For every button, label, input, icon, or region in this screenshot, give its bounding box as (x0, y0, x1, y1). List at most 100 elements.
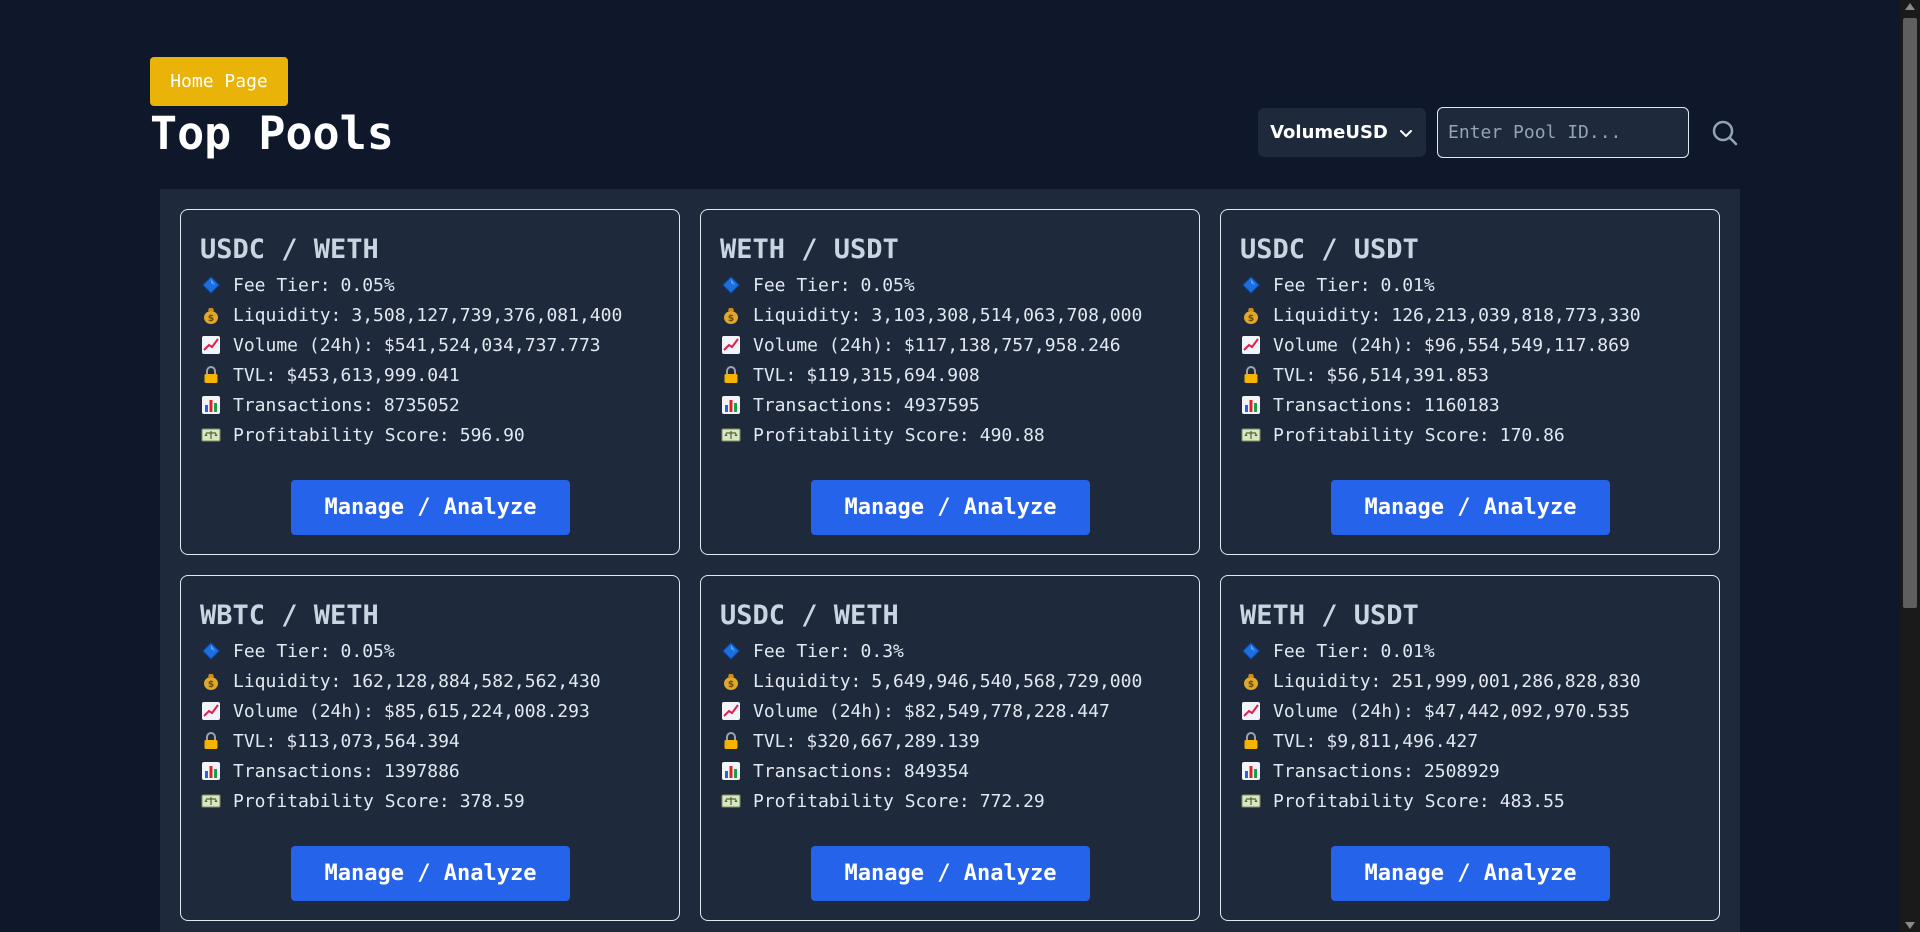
pool-card: USDC / USDT Fee Tier: 0.01% $ Liquidity: 126,… (1220, 209, 1720, 555)
stat-label: Volume (24h): (1273, 334, 1414, 356)
manage-analyze-button[interactable]: Manage / Analyze (811, 480, 1090, 535)
pool-stat-transactions: Transactions: 1160183 (1241, 390, 1641, 420)
search-icon[interactable] (1711, 119, 1739, 147)
stat-value: $47,442,092,970.535 (1423, 700, 1630, 722)
stat-label: Profitability Score: (1273, 790, 1490, 812)
chart-increasing-icon (1241, 701, 1261, 721)
stat-value: 3,508,127,739,376,081,400 (351, 304, 623, 326)
chevron-down-icon (1399, 129, 1412, 137)
stat-label: Transactions: (1273, 760, 1414, 782)
bar-chart-icon (201, 761, 221, 781)
stat-value: 490.88 (979, 424, 1045, 446)
svg-text:$: $ (208, 314, 214, 324)
bar-chart-icon (721, 395, 741, 415)
pools-grid: USDC / WETH Fee Tier: 0.05% $ Liquidity: 3,50… (160, 189, 1740, 932)
pool-stat-profitability: Profitability Score: 490.88 (721, 420, 1142, 450)
pool-pair-title: USDC / WETH (720, 600, 899, 631)
stat-value: 483.55 (1499, 790, 1565, 812)
bar-chart-icon (1241, 761, 1261, 781)
manage-analyze-button[interactable]: Manage / Analyze (811, 846, 1090, 901)
pool-stat-profitability: Profitability Score: 483.55 (1241, 786, 1641, 816)
pool-stat-tvl: TVL: $320,667,289.139 (721, 726, 1142, 756)
pool-card: WETH / USDT Fee Tier: 0.05% $ Liquidity: 3,10… (700, 209, 1200, 555)
pool-stats-list: Fee Tier: 0.3% $ Liquidity: 5,649,946,540,56… (721, 636, 1142, 816)
stat-value: $113,073,564.394 (286, 730, 460, 752)
stat-value: 772.29 (979, 790, 1045, 812)
lock-icon (721, 365, 741, 385)
bar-chart-icon (201, 395, 221, 415)
svg-text:$: $ (728, 314, 734, 324)
stat-label: Fee Tier: (233, 274, 331, 296)
pool-stat-volume: Volume (24h): $96,554,549,117.869 (1241, 330, 1641, 360)
stat-value: $56,514,391.853 (1326, 364, 1489, 386)
diamond-icon (201, 275, 221, 295)
pool-pair-title: WETH / USDT (1240, 600, 1419, 631)
home-page-button[interactable]: Home Page (150, 57, 288, 106)
scrollbar-thumb[interactable] (1903, 18, 1917, 608)
stat-label: Liquidity: (233, 670, 342, 692)
balance-scale-icon (201, 425, 221, 445)
pool-card: WBTC / WETH Fee Tier: 0.05% $ Liquidity: 162,… (180, 575, 680, 921)
stat-label: Transactions: (233, 760, 374, 782)
page: Home Page Top Pools VolumeUSD USDC / WET… (0, 0, 1920, 932)
pool-stat-liquidity: $ Liquidity: 126,213,039,818,773,330 (1241, 300, 1641, 330)
stat-value: 0.05% (340, 274, 395, 296)
scroll-down-arrow-icon[interactable] (1905, 922, 1915, 929)
pool-id-search-input[interactable] (1437, 107, 1689, 158)
stat-label: Liquidity: (753, 304, 862, 326)
stat-label: TVL: (753, 730, 797, 752)
pool-pair-title: USDC / WETH (200, 234, 379, 265)
pool-stat-fee-tier: Fee Tier: 0.01% (1241, 636, 1641, 666)
stat-value: $320,667,289.139 (806, 730, 980, 752)
chart-increasing-icon (201, 701, 221, 721)
money-bag-icon: $ (201, 305, 221, 325)
stat-label: Volume (24h): (753, 700, 894, 722)
stat-value: 251,999,001,286,828,830 (1391, 670, 1641, 692)
page-title: Top Pools (150, 107, 394, 160)
pool-card: USDC / WETH Fee Tier: 0.3% $ Liquidity: 5,649… (700, 575, 1200, 921)
money-bag-icon: $ (721, 305, 741, 325)
pool-stat-transactions: Transactions: 4937595 (721, 390, 1142, 420)
diamond-icon (201, 641, 221, 661)
manage-analyze-button[interactable]: Manage / Analyze (1331, 846, 1610, 901)
manage-analyze-button[interactable]: Manage / Analyze (291, 846, 570, 901)
lock-icon (201, 731, 221, 751)
vertical-scrollbar[interactable] (1900, 0, 1920, 932)
sort-select[interactable]: VolumeUSD (1258, 108, 1426, 157)
stat-label: Liquidity: (753, 670, 862, 692)
pool-stat-tvl: TVL: $119,315,694.908 (721, 360, 1142, 390)
stat-value: $453,613,999.041 (286, 364, 460, 386)
pool-stats-list: Fee Tier: 0.05% $ Liquidity: 3,103,308,514,0… (721, 270, 1142, 450)
money-bag-icon: $ (201, 671, 221, 691)
pool-card: USDC / WETH Fee Tier: 0.05% $ Liquidity: 3,50… (180, 209, 680, 555)
pool-stat-liquidity: $ Liquidity: 5,649,946,540,568,729,000 (721, 666, 1142, 696)
svg-text:$: $ (728, 680, 734, 690)
pool-stat-tvl: TVL: $453,613,999.041 (201, 360, 622, 390)
balance-scale-icon (721, 425, 741, 445)
pool-stat-tvl: TVL: $113,073,564.394 (201, 726, 601, 756)
stat-label: TVL: (1273, 730, 1317, 752)
stat-label: Fee Tier: (1273, 640, 1371, 662)
pool-stat-transactions: Transactions: 849354 (721, 756, 1142, 786)
pool-stat-volume: Volume (24h): $85,615,224,008.293 (201, 696, 601, 726)
stat-value: 596.90 (459, 424, 525, 446)
diamond-icon (721, 641, 741, 661)
lock-icon (1241, 365, 1261, 385)
pool-stats-list: Fee Tier: 0.05% $ Liquidity: 3,508,127,739,3… (201, 270, 622, 450)
balance-scale-icon (721, 791, 741, 811)
pool-stat-transactions: Transactions: 2508929 (1241, 756, 1641, 786)
pool-stat-volume: Volume (24h): $82,549,778,228.447 (721, 696, 1142, 726)
stat-value: 1160183 (1423, 394, 1500, 416)
diamond-icon (1241, 641, 1261, 661)
stat-value: $119,315,694.908 (806, 364, 980, 386)
manage-analyze-button[interactable]: Manage / Analyze (291, 480, 570, 535)
stat-value: 0.01% (1380, 640, 1435, 662)
stat-label: Transactions: (753, 760, 894, 782)
stat-value: 0.3% (860, 640, 904, 662)
manage-analyze-button[interactable]: Manage / Analyze (1331, 480, 1610, 535)
stat-label: TVL: (753, 364, 797, 386)
scroll-up-arrow-icon[interactable] (1905, 3, 1915, 10)
pool-stat-tvl: TVL: $9,811,496.427 (1241, 726, 1641, 756)
pool-stat-liquidity: $ Liquidity: 251,999,001,286,828,830 (1241, 666, 1641, 696)
lock-icon (721, 731, 741, 751)
